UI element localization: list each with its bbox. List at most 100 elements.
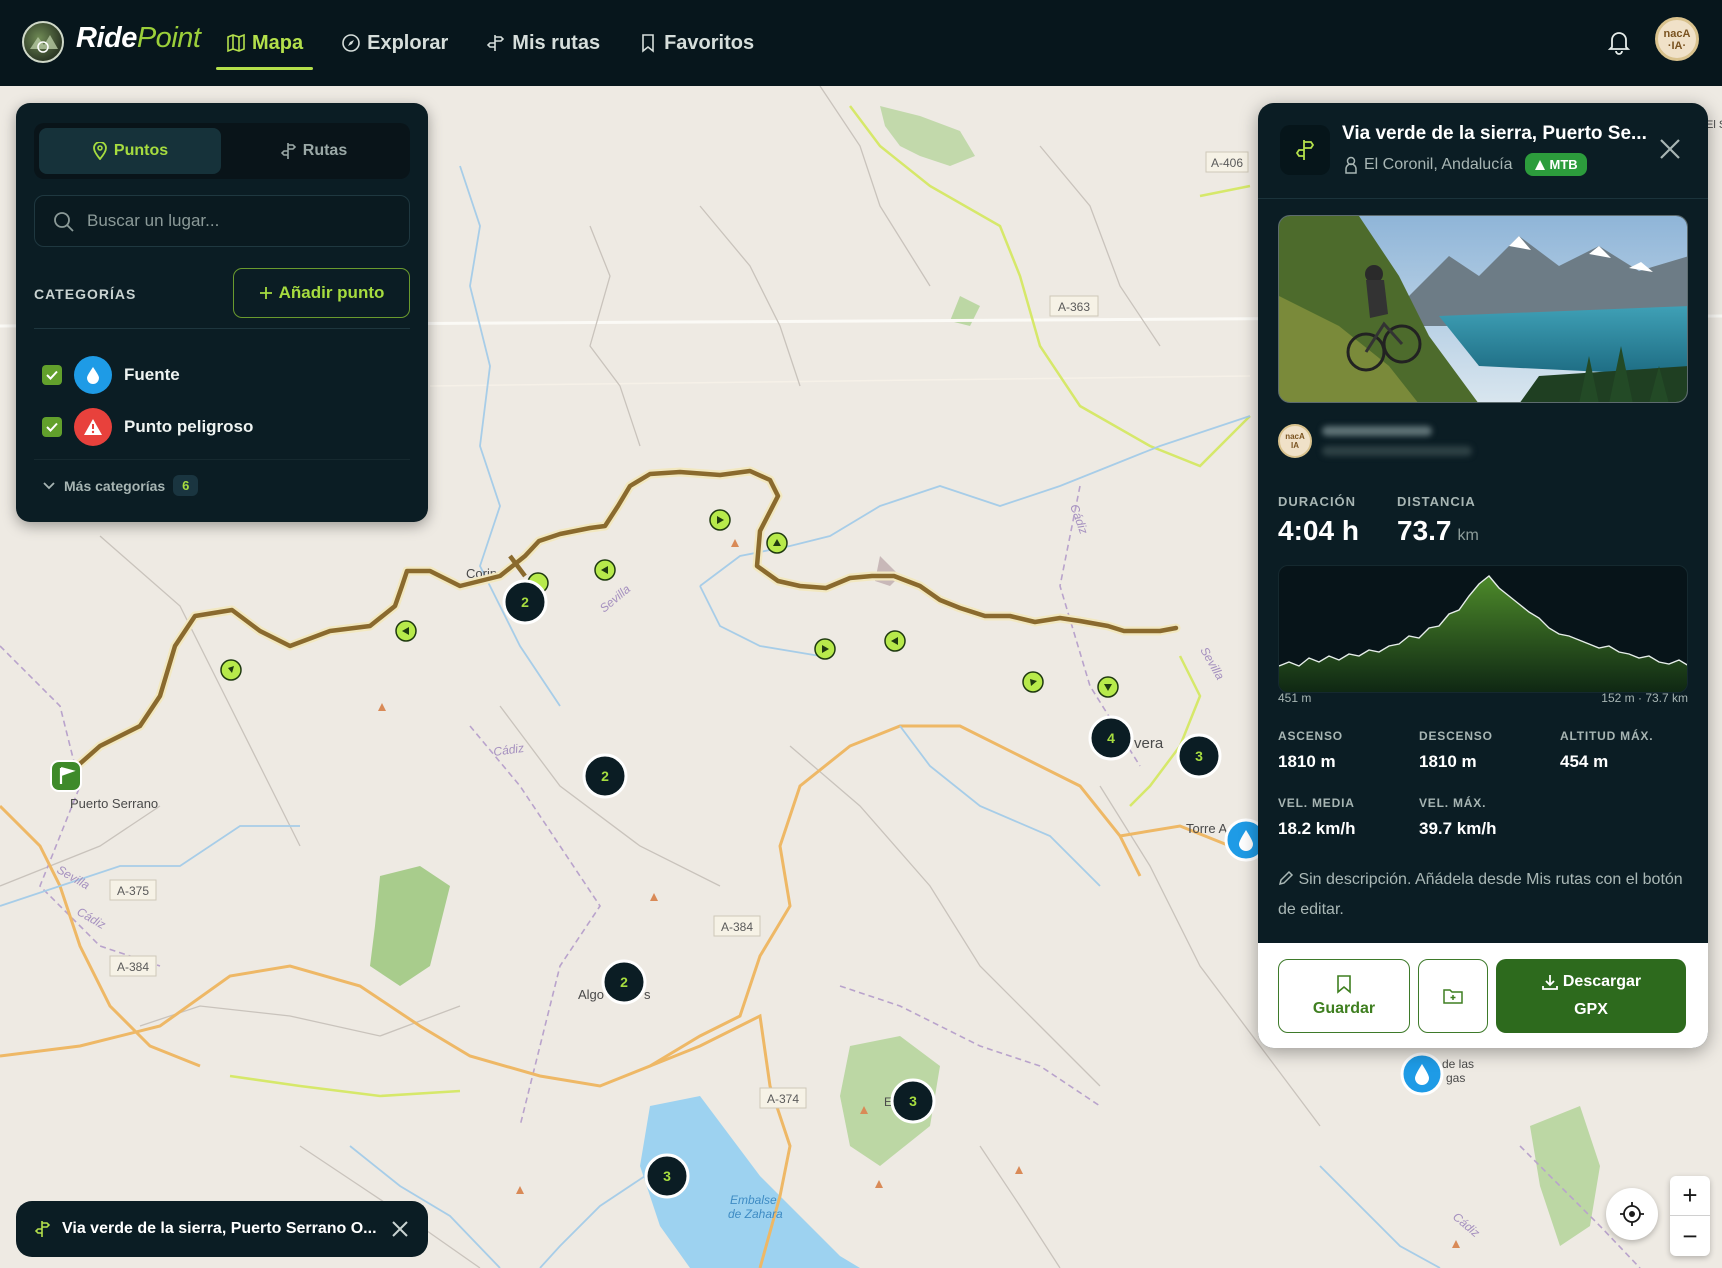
elevation-end-label: 152 m · 73.7 km xyxy=(1601,691,1688,705)
close-icon[interactable] xyxy=(388,1217,412,1241)
cluster-marker[interactable]: 3 xyxy=(644,1153,690,1199)
bookmark-icon xyxy=(642,34,654,53)
chevron-down-icon xyxy=(43,481,55,489)
cluster-marker[interactable]: 4 xyxy=(1088,715,1134,761)
category-checkbox[interactable] xyxy=(42,417,62,437)
distance-label: DISTANCIA xyxy=(1397,494,1476,509)
more-categories-toggle[interactable]: Más categorías 6 xyxy=(42,475,199,496)
plus-icon xyxy=(259,287,272,299)
water-drop-marker[interactable] xyxy=(1400,1052,1444,1096)
more-categories-count-badge: 6 xyxy=(173,475,199,496)
cluster-marker[interactable]: 3 xyxy=(1176,733,1222,779)
avg-speed-value: 18.2 km/h xyxy=(1278,819,1356,838)
user-pin-icon xyxy=(1345,156,1357,174)
nav-explorar-label: Explorar xyxy=(367,31,449,54)
points-panel: Puntos Rutas CATEGORÍAS Añadir punto Fue… xyxy=(16,103,428,522)
add-point-label: Añadir punto xyxy=(278,283,385,302)
tab-puntos-label: Puntos xyxy=(113,142,169,159)
signpost-icon xyxy=(280,143,296,159)
cluster-marker[interactable]: 2 xyxy=(601,959,647,1005)
nav-favoritos[interactable]: Favoritos xyxy=(628,0,764,86)
svg-text:2: 2 xyxy=(521,594,529,610)
bookmark-icon xyxy=(1337,975,1351,994)
download-gpx-button[interactable]: Descargar GPX xyxy=(1496,959,1686,1033)
route-description: Sin descripción. Añádela desde Mis rutas… xyxy=(1278,865,1688,925)
crosshair-icon xyxy=(1620,1202,1644,1226)
add-to-folder-button[interactable] xyxy=(1418,959,1488,1033)
save-route-label: Guardar xyxy=(1312,1000,1376,1017)
place-embalse: Embalse xyxy=(730,1193,777,1207)
svg-text:3: 3 xyxy=(909,1093,917,1109)
place-torre-alhaquime: Torre A xyxy=(1186,821,1228,836)
route-author[interactable]: nacA IA xyxy=(1278,424,1472,458)
warning-icon xyxy=(74,408,112,446)
svg-text:2: 2 xyxy=(620,974,628,990)
tab-rutas[interactable]: Rutas xyxy=(223,128,405,174)
author-avatar: nacA IA xyxy=(1278,424,1312,458)
cluster-marker[interactable]: 2 xyxy=(582,753,628,799)
search-input[interactable] xyxy=(87,211,387,231)
check-icon xyxy=(46,370,58,380)
tab-puntos[interactable]: Puntos xyxy=(39,128,221,174)
cluster-marker[interactable]: 2 xyxy=(502,579,548,625)
points-routes-toggle: Puntos Rutas xyxy=(34,123,410,179)
nav-explorar[interactable]: Explorar xyxy=(331,0,458,86)
save-route-button[interactable]: Guardar xyxy=(1278,959,1410,1033)
nav-mis-rutas[interactable]: Mis rutas xyxy=(476,0,610,86)
map-icon xyxy=(227,33,245,53)
place-puerto-serrano: Puerto Serrano xyxy=(70,796,158,811)
max-altitude-label: ALTITUD MÁX. xyxy=(1560,729,1654,743)
avg-speed-label: VEL. MEDIA xyxy=(1278,796,1355,810)
locate-me-button[interactable] xyxy=(1606,1188,1658,1240)
route-type-badge: MTB xyxy=(1524,153,1587,176)
top-navbar: RidePoint Mapa Explorar Mis rutas Favori… xyxy=(0,0,1722,86)
place-de-las: de las xyxy=(1442,1057,1474,1071)
active-route-pill[interactable]: Via verde de la sierra, Puerto Serrano O… xyxy=(16,1201,428,1257)
category-item-punto-peligroso: Punto peligroso xyxy=(42,408,253,446)
user-avatar[interactable]: nacA ·IA· xyxy=(1655,17,1699,61)
place-el-s: El S xyxy=(1706,119,1722,131)
check-icon xyxy=(46,422,58,432)
nav-mapa-label: Mapa xyxy=(252,31,304,54)
zoom-in-button[interactable]: + xyxy=(1670,1176,1710,1216)
categories-heading: CATEGORÍAS xyxy=(34,286,137,302)
route-detail-header: Via verde de la sierra, Puerto Se... El … xyxy=(1258,103,1708,199)
duration-label: DURACIÓN xyxy=(1278,494,1357,509)
zoom-out-button[interactable]: − xyxy=(1670,1216,1710,1256)
add-point-button[interactable]: Añadir punto xyxy=(233,268,410,318)
nav-mapa[interactable]: Mapa xyxy=(216,0,314,86)
compass-icon xyxy=(342,34,360,52)
signpost-icon xyxy=(34,1221,51,1237)
download-icon xyxy=(1541,975,1558,990)
descent-value: 1810 m xyxy=(1419,752,1477,771)
category-item-fuente: Fuente xyxy=(42,356,180,394)
signpost-icon xyxy=(1280,125,1330,175)
road-shield-a363: A-363 xyxy=(1058,300,1090,314)
route-detail-panel: Via verde de la sierra, Puerto Se... El … xyxy=(1258,103,1708,1048)
road-shield-a375: A-375 xyxy=(117,884,149,898)
category-label: Punto peligroso xyxy=(124,417,254,436)
close-icon[interactable] xyxy=(1656,135,1684,163)
route-title: Via verde de la sierra, Puerto Se... xyxy=(1342,123,1647,144)
logo-icon[interactable] xyxy=(22,21,64,63)
place-gas: gas xyxy=(1446,1071,1465,1085)
route-location: El Coronil, Andalucía MTB xyxy=(1344,153,1587,176)
max-altitude-value: 454 m xyxy=(1560,752,1609,771)
max-speed-value: 39.7 km/h xyxy=(1419,819,1497,838)
elevation-profile-chart[interactable] xyxy=(1278,565,1688,693)
route-description-text: Sin descripción. Añádela desde Mis rutas… xyxy=(1278,871,1683,918)
signpost-icon xyxy=(487,35,505,51)
brand-name[interactable]: RidePoint xyxy=(76,22,201,55)
route-photo[interactable] xyxy=(1278,215,1688,403)
place-search xyxy=(34,195,410,247)
water-drop-icon xyxy=(74,356,112,394)
route-start-flag-icon[interactable] xyxy=(50,760,82,792)
cluster-marker[interactable]: 3 xyxy=(890,1078,936,1124)
category-checkbox[interactable] xyxy=(42,365,62,385)
notifications-bell-icon[interactable] xyxy=(1604,27,1634,57)
tab-rutas-label: Rutas xyxy=(302,142,348,159)
category-label: Fuente xyxy=(124,365,180,384)
mountain-icon xyxy=(1534,159,1545,170)
svg-text:3: 3 xyxy=(663,1168,671,1184)
search-icon xyxy=(54,212,74,232)
